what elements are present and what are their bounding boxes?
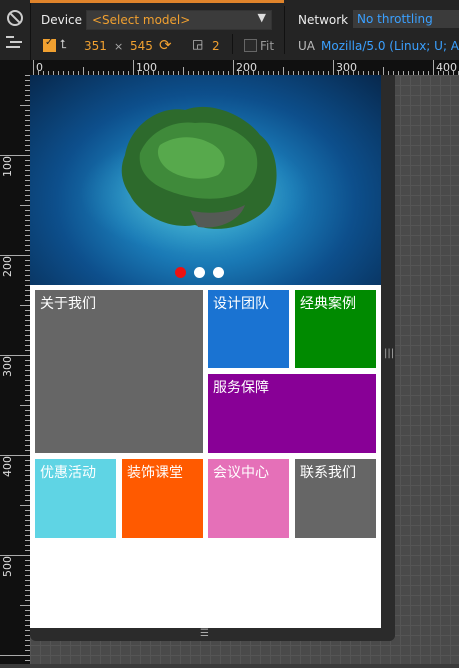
network-select[interactable]: No throttling [353,10,459,28]
tile-label: 设计团队 [213,296,269,312]
resize-handle-right[interactable]: ||| [384,348,394,359]
tile-cases[interactable]: 经典案例 [295,290,376,368]
slider-dot-3[interactable] [213,267,224,278]
ruler-label: 100 [1,156,14,177]
fit-label: Fit [260,39,275,53]
device-frame-bottom [30,628,395,641]
ruler-label: 300 [1,356,14,377]
ua-label: UA [298,39,315,53]
toolbar-left-panel [0,0,31,60]
ruler-label: 400 [1,456,14,477]
ruler-corner [0,60,30,75]
ruler-label: 100 [136,61,157,74]
chevron-down-icon: ▼ [257,11,266,24]
ruler-left: 100 200 300 400 500 [0,75,30,664]
tile-service[interactable]: 服务保障 [208,374,376,453]
width-input[interactable]: 351 [84,39,107,53]
fit-checkbox[interactable] [244,39,257,52]
ruler-label: 400 [436,61,457,74]
tile-design-team[interactable]: 设计团队 [208,290,289,368]
network-select-value: No throttling [357,12,433,26]
tile-label: 会议中心 [213,465,269,481]
ruler-label: 0 [36,61,43,74]
ruler-label: 200 [1,256,14,277]
model-select[interactable]: <Select model> ▼ [86,10,272,30]
slider-dots [175,267,224,278]
ruler-top: 0 100 200 300 400 [30,60,459,75]
tile-label: 服务保障 [213,380,269,396]
ua-input[interactable]: Mozilla/5.0 (Linux; U; Andr [321,39,459,53]
tile-label: 装饰课堂 [127,465,183,481]
island-image [80,106,310,253]
device-viewport: 关于我们 设计团队 经典案例 服务保障 优惠活动 装饰课堂 会议中心 联系我们 [30,75,381,628]
tile-label: 优惠活动 [40,465,96,481]
slider-dot-2[interactable] [194,267,205,278]
network-label: Network [298,13,349,27]
list-settings-icon[interactable] [6,36,22,48]
height-input[interactable]: 545 [130,39,153,53]
ruler-label: 500 [1,556,14,577]
resize-handle-bottom[interactable]: ☰ [200,628,209,639]
devtools-toolbar: Device <Select model> ▼ Network No throt… [0,0,459,60]
tile-label: 经典案例 [300,296,356,312]
model-select-value: <Select model> [92,13,191,27]
dpr-icon: ◲ [192,37,204,51]
ruler-label: 300 [336,61,357,74]
divider [232,34,233,54]
slider-dot-1[interactable] [175,267,186,278]
tile-promo[interactable]: 优惠活动 [35,459,116,538]
tile-meeting[interactable]: 会议中心 [208,459,289,538]
emulate-resolution-checkbox[interactable] [43,37,56,52]
tile-label: 联系我们 [300,465,356,481]
dimension-separator: × [114,40,124,53]
tile-label: 关于我们 [40,296,96,312]
tile-class[interactable]: 装饰课堂 [122,459,203,538]
ruler-label: 200 [236,61,257,74]
divider [284,34,285,54]
tile-contact[interactable]: 联系我们 [295,459,376,538]
resize-icon: ⮤ [60,37,68,51]
dpr-input[interactable]: 2 [212,39,220,53]
tile-about[interactable]: 关于我们 [35,290,203,453]
block-icon[interactable] [7,10,23,26]
banner-slider[interactable] [30,75,381,285]
active-indicator [30,0,284,3]
device-label: Device [41,13,83,27]
rotate-icon[interactable]: ⟳ [159,36,172,54]
